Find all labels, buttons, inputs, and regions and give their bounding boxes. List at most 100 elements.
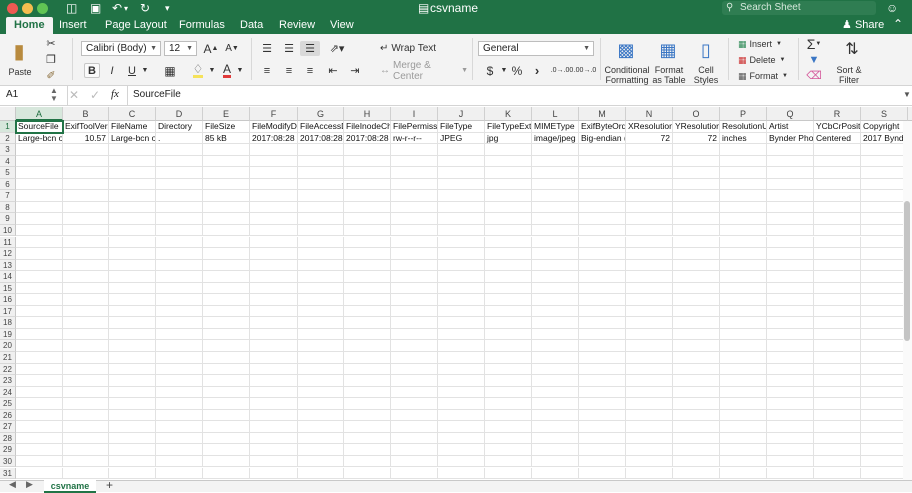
cell-i5[interactable] xyxy=(391,167,438,179)
cell-f27[interactable] xyxy=(250,421,298,433)
cell-g27[interactable] xyxy=(298,421,344,433)
decrease-decimal-button[interactable]: .00→.0 xyxy=(574,62,597,79)
cell-m19[interactable] xyxy=(579,328,626,341)
cancel-entry-icon[interactable]: ✕ xyxy=(69,88,79,102)
column-header-h[interactable]: H xyxy=(344,107,391,121)
cell-d3[interactable] xyxy=(156,144,203,156)
cell-d28[interactable] xyxy=(156,432,203,445)
cell-m25[interactable] xyxy=(579,398,626,410)
column-header-o[interactable]: O xyxy=(673,107,720,121)
cell-l16[interactable] xyxy=(532,294,579,306)
cell-o27[interactable] xyxy=(673,421,720,433)
cell-l11[interactable] xyxy=(532,236,579,249)
cell-c9[interactable] xyxy=(109,213,156,225)
cell-f5[interactable] xyxy=(250,167,298,179)
cell-k30[interactable] xyxy=(485,455,532,468)
cell-n22[interactable] xyxy=(626,363,673,376)
cell-n7[interactable] xyxy=(626,190,673,202)
cell-r6[interactable] xyxy=(814,178,861,191)
cell-r7[interactable] xyxy=(814,190,861,202)
cell-n11[interactable] xyxy=(626,236,673,249)
cell-l30[interactable] xyxy=(532,455,579,468)
cell-h7[interactable] xyxy=(344,190,391,202)
cell-s4[interactable] xyxy=(861,155,908,168)
cell-k29[interactable] xyxy=(485,444,532,456)
tab-data[interactable]: Data xyxy=(240,17,263,34)
cell-q25[interactable] xyxy=(767,398,814,410)
column-header-c[interactable]: C xyxy=(109,107,156,121)
cell-p1[interactable]: ResolutionUi xyxy=(720,121,767,133)
cell-q18[interactable] xyxy=(767,317,814,329)
cell-c18[interactable] xyxy=(109,317,156,329)
cell-j21[interactable] xyxy=(438,352,485,364)
cell-i30[interactable] xyxy=(391,455,438,468)
cell-j24[interactable] xyxy=(438,386,485,399)
cell-p19[interactable] xyxy=(720,328,767,341)
cell-a30[interactable] xyxy=(16,455,63,468)
cell-a17[interactable] xyxy=(16,305,63,318)
cell-b6[interactable] xyxy=(63,178,109,191)
minimize-window-button[interactable] xyxy=(22,3,33,14)
column-header-b[interactable]: B xyxy=(63,107,109,121)
cell-a2[interactable]: Large-bcn of xyxy=(16,132,63,145)
cell-j20[interactable] xyxy=(438,340,485,352)
cell-e19[interactable] xyxy=(203,328,250,341)
cell-c29[interactable] xyxy=(109,444,156,456)
cell-k21[interactable] xyxy=(485,352,532,364)
cell-k25[interactable] xyxy=(485,398,532,410)
cell-p27[interactable] xyxy=(720,421,767,433)
cell-m9[interactable] xyxy=(579,213,626,225)
column-header-f[interactable]: F xyxy=(250,107,298,121)
cell-k6[interactable] xyxy=(485,178,532,191)
cell-p12[interactable] xyxy=(720,248,767,260)
cell-m30[interactable] xyxy=(579,455,626,468)
row-header-8[interactable]: 8 xyxy=(0,201,16,214)
cell-h21[interactable] xyxy=(344,352,391,364)
cell-s25[interactable] xyxy=(861,398,908,410)
cell-o26[interactable] xyxy=(673,409,720,422)
cell-l25[interactable] xyxy=(532,398,579,410)
cell-p13[interactable] xyxy=(720,259,767,272)
cell-c31[interactable] xyxy=(109,467,156,480)
cell-j15[interactable] xyxy=(438,282,485,295)
cell-h22[interactable] xyxy=(344,363,391,376)
cell-m11[interactable] xyxy=(579,236,626,249)
cell-d24[interactable] xyxy=(156,386,203,399)
row-header-27[interactable]: 27 xyxy=(0,421,16,433)
align-top-icon[interactable]: ☰ xyxy=(257,41,277,56)
cell-b24[interactable] xyxy=(63,386,109,399)
cell-j13[interactable] xyxy=(438,259,485,272)
cell-b23[interactable] xyxy=(63,375,109,387)
cell-s3[interactable] xyxy=(861,144,908,156)
cell-l9[interactable] xyxy=(532,213,579,225)
row-header-23[interactable]: 23 xyxy=(0,375,16,387)
cell-j29[interactable] xyxy=(438,444,485,456)
cell-h27[interactable] xyxy=(344,421,391,433)
cell-b21[interactable] xyxy=(63,352,109,364)
cell-s26[interactable] xyxy=(861,409,908,422)
cell-q19[interactable] xyxy=(767,328,814,341)
cell-r16[interactable] xyxy=(814,294,861,306)
conditional-formatting-button[interactable]: Conditional Formatting xyxy=(603,65,651,85)
row-header-18[interactable]: 18 xyxy=(0,317,16,329)
cell-f24[interactable] xyxy=(250,386,298,399)
row-header-21[interactable]: 21 xyxy=(0,352,16,364)
zoom-window-button[interactable] xyxy=(37,3,48,14)
cell-g28[interactable] xyxy=(298,432,344,445)
cell-s13[interactable] xyxy=(861,259,908,272)
cell-k22[interactable] xyxy=(485,363,532,376)
cell-e4[interactable] xyxy=(203,155,250,168)
cell-k18[interactable] xyxy=(485,317,532,329)
cell-j26[interactable] xyxy=(438,409,485,422)
row-header-4[interactable]: 4 xyxy=(0,155,16,168)
fill-color-dropdown-icon[interactable]: ▼ xyxy=(208,63,216,78)
cell-k7[interactable] xyxy=(485,190,532,202)
cell-c21[interactable] xyxy=(109,352,156,364)
cell-q6[interactable] xyxy=(767,178,814,191)
cell-m14[interactable] xyxy=(579,271,626,283)
cell-r19[interactable] xyxy=(814,328,861,341)
cell-f1[interactable]: FileModifyDa xyxy=(250,121,298,133)
cell-n1[interactable]: XResolution xyxy=(626,121,673,133)
cell-p14[interactable] xyxy=(720,271,767,283)
cell-d20[interactable] xyxy=(156,340,203,352)
